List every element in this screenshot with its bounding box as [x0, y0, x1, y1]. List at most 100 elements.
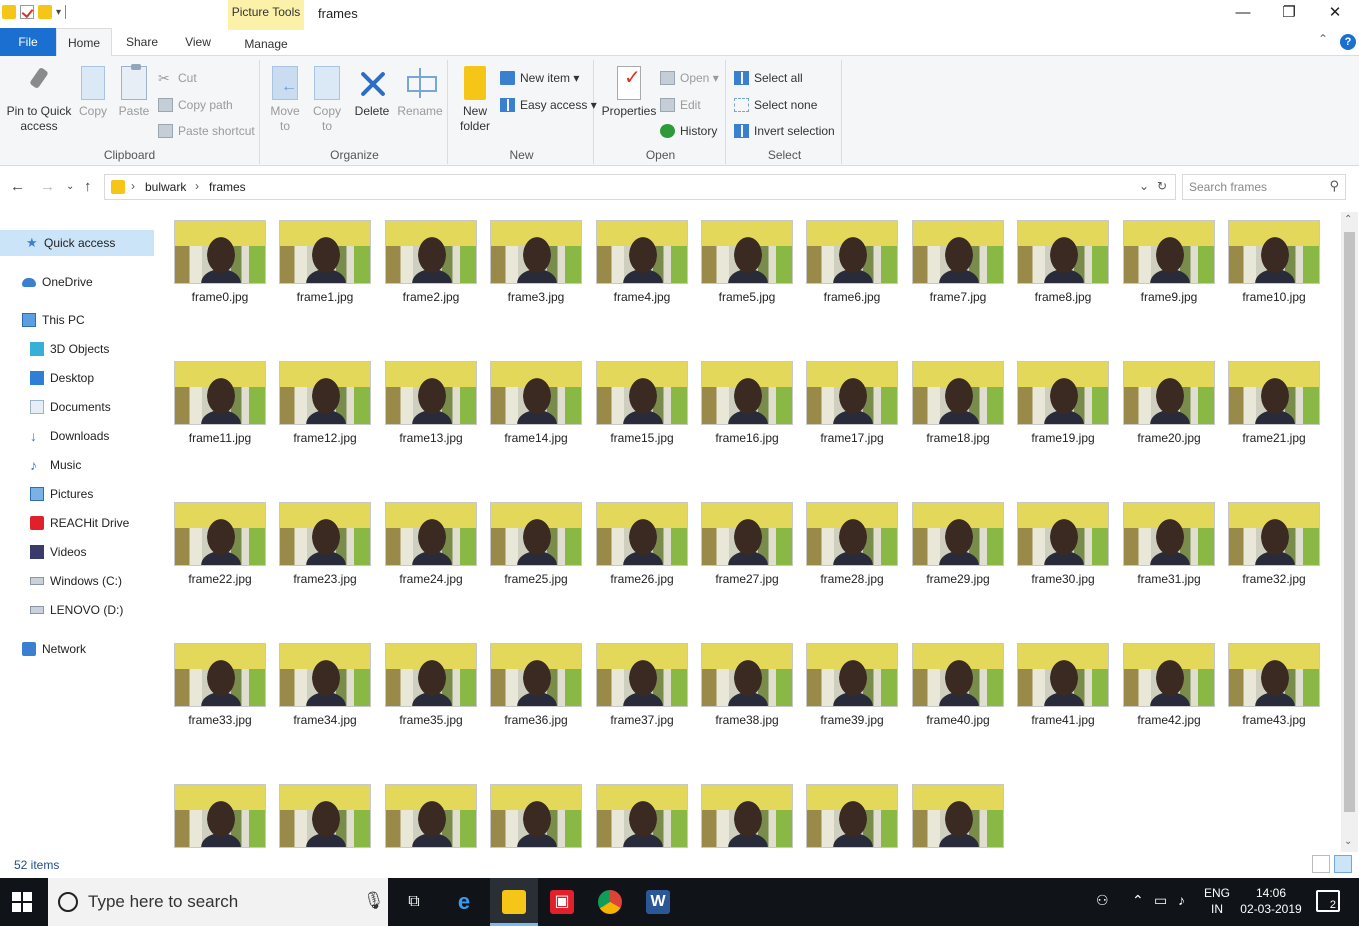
file-tile[interactable]: frame43.jpg	[1218, 635, 1322, 765]
file-tile[interactable]: frame3.jpg	[480, 212, 584, 342]
file-tile[interactable]: frame4.jpg	[586, 212, 690, 342]
new-folder-button[interactable]: New folder	[454, 66, 496, 134]
file-tile[interactable]: frame14.jpg	[480, 353, 584, 483]
file-tile[interactable]: frame5.jpg	[691, 212, 795, 342]
address-bar[interactable]: › bulwark › frames ⌄ ↻	[104, 174, 1176, 200]
file-tile[interactable]: frame22.jpg	[164, 494, 268, 624]
sidebar-item-music[interactable]: ♪ Music	[30, 452, 154, 478]
microphone-icon[interactable]: 🎙	[363, 891, 385, 911]
file-tile[interactable]: frame12.jpg	[269, 353, 373, 483]
file-tile[interactable]: frame1.jpg	[269, 212, 373, 342]
history-button[interactable]: History	[660, 121, 717, 141]
easy-access-button[interactable]: Easy access ▾	[500, 95, 597, 115]
file-tile[interactable]: frame34.jpg	[269, 635, 373, 765]
minimize-button[interactable]: —	[1220, 2, 1266, 24]
sidebar-item-onedrive[interactable]: OneDrive	[22, 269, 154, 295]
file-tile[interactable]: frame27.jpg	[691, 494, 795, 624]
file-tile[interactable]	[586, 776, 690, 852]
file-tile[interactable]: frame6.jpg	[796, 212, 900, 342]
file-tile[interactable]: frame2.jpg	[375, 212, 479, 342]
file-tile[interactable]: frame32.jpg	[1218, 494, 1322, 624]
windows-start-icon[interactable]	[12, 892, 32, 912]
word-button[interactable]: W	[634, 878, 682, 926]
select-all-button[interactable]: Select all	[734, 68, 803, 88]
refresh-icon[interactable]: ↻	[1157, 179, 1167, 193]
file-tile[interactable]	[164, 776, 268, 852]
tab-share[interactable]: Share	[116, 28, 168, 56]
file-tile[interactable]: frame25.jpg	[480, 494, 584, 624]
chrome-button[interactable]	[586, 878, 634, 926]
file-tile[interactable]: frame35.jpg	[375, 635, 479, 765]
sidebar-item-network[interactable]: Network	[22, 636, 154, 662]
clock[interactable]: 14:06 02-03-2019	[1238, 885, 1304, 917]
task-view-button[interactable]: ⧉	[390, 878, 438, 926]
large-icons-view-button[interactable]	[1334, 855, 1352, 873]
scroll-up-icon[interactable]: ⌃	[1344, 214, 1352, 225]
sidebar-item-downloads[interactable]: ↓ Downloads	[30, 423, 154, 449]
file-tile[interactable]: frame26.jpg	[586, 494, 690, 624]
edge-button[interactable]: e	[440, 878, 488, 926]
sidebar-item-desktop[interactable]: Desktop	[30, 365, 154, 391]
file-tile[interactable]: frame29.jpg	[902, 494, 1006, 624]
file-tile[interactable]: frame7.jpg	[902, 212, 1006, 342]
file-tile[interactable]: frame9.jpg	[1113, 212, 1217, 342]
copy-to-button[interactable]: Copy to	[308, 66, 346, 134]
breadcrumb-separator-icon[interactable]: ›	[131, 179, 135, 193]
search-box[interactable]: ⚲	[1182, 174, 1346, 200]
volume-icon[interactable]: ♪	[1178, 892, 1185, 908]
cut-button[interactable]: ✂ Cut	[158, 68, 197, 88]
taskbar-search-box[interactable]: Type here to search 🎙	[48, 878, 388, 926]
file-tile[interactable]	[796, 776, 900, 852]
pin-to-quick-access-button[interactable]: Pin to Quick access	[4, 66, 74, 134]
back-arrow-icon[interactable]: ←	[10, 178, 25, 195]
file-tile[interactable]: frame0.jpg	[164, 212, 268, 342]
rename-button[interactable]: Rename	[396, 66, 444, 119]
file-tile[interactable]: frame19.jpg	[1007, 353, 1111, 483]
file-tile[interactable]	[375, 776, 479, 852]
file-explorer-button[interactable]	[490, 878, 538, 926]
sidebar-item-lenovo-d[interactable]: LENOVO (D:)	[30, 597, 154, 623]
file-tile[interactable]: frame23.jpg	[269, 494, 373, 624]
file-tile[interactable]: frame28.jpg	[796, 494, 900, 624]
file-tile[interactable]: frame31.jpg	[1113, 494, 1217, 624]
breadcrumb-frames[interactable]: frames	[209, 180, 246, 194]
search-input[interactable]	[1189, 176, 1319, 198]
file-tile[interactable]: frame42.jpg	[1113, 635, 1217, 765]
file-tile[interactable]: frame18.jpg	[902, 353, 1006, 483]
vertical-scrollbar[interactable]: ⌃ ⌄	[1341, 212, 1358, 852]
sidebar-item-quick-access[interactable]: ★ Quick access	[0, 230, 154, 256]
breadcrumb-bulwark[interactable]: bulwark	[145, 180, 186, 194]
file-tile[interactable]	[269, 776, 373, 852]
language-indicator[interactable]: ENG IN	[1202, 885, 1232, 917]
people-icon[interactable]: ⚇	[1096, 892, 1109, 909]
file-tile[interactable]	[691, 776, 795, 852]
search-icon[interactable]: ⚲	[1329, 178, 1339, 194]
file-tile[interactable]: frame36.jpg	[480, 635, 584, 765]
file-tile[interactable]: frame40.jpg	[902, 635, 1006, 765]
sidebar-item-windows-c[interactable]: Windows (C:)	[30, 568, 154, 594]
delete-button[interactable]: Delete	[352, 66, 392, 119]
maximize-button[interactable]: ❐	[1266, 2, 1312, 24]
paste-shortcut-button[interactable]: Paste shortcut	[158, 121, 255, 141]
breadcrumb-separator-icon[interactable]: ›	[195, 179, 199, 193]
sidebar-item-3d-objects[interactable]: 3D Objects	[30, 336, 154, 362]
invert-selection-button[interactable]: Invert selection	[734, 121, 835, 141]
file-tile[interactable]: frame33.jpg	[164, 635, 268, 765]
copy-button[interactable]: Copy	[76, 66, 110, 119]
file-tile[interactable]: frame39.jpg	[796, 635, 900, 765]
file-tile[interactable]: frame20.jpg	[1113, 353, 1217, 483]
select-none-button[interactable]: Select none	[734, 95, 817, 115]
file-tile[interactable]: frame38.jpg	[691, 635, 795, 765]
address-dropdown-chevron-icon[interactable]: ⌄	[1139, 179, 1149, 193]
sidebar-item-documents[interactable]: Documents	[30, 394, 154, 420]
edit-button[interactable]: Edit	[660, 95, 701, 115]
file-tile[interactable]: frame37.jpg	[586, 635, 690, 765]
show-hidden-icons-chevron-icon[interactable]: ⌃	[1132, 892, 1144, 909]
sidebar-item-reachit-drive[interactable]: REACHit Drive	[30, 510, 154, 536]
scroll-down-icon[interactable]: ⌄	[1344, 836, 1352, 847]
recent-locations-chevron-icon[interactable]: ⌄	[66, 181, 74, 192]
tab-manage[interactable]: Manage	[228, 28, 304, 56]
properties-button[interactable]: Properties	[600, 66, 658, 119]
forward-arrow-icon[interactable]: →	[40, 178, 55, 195]
action-center-notification-icon[interactable]: 2	[1316, 890, 1340, 912]
